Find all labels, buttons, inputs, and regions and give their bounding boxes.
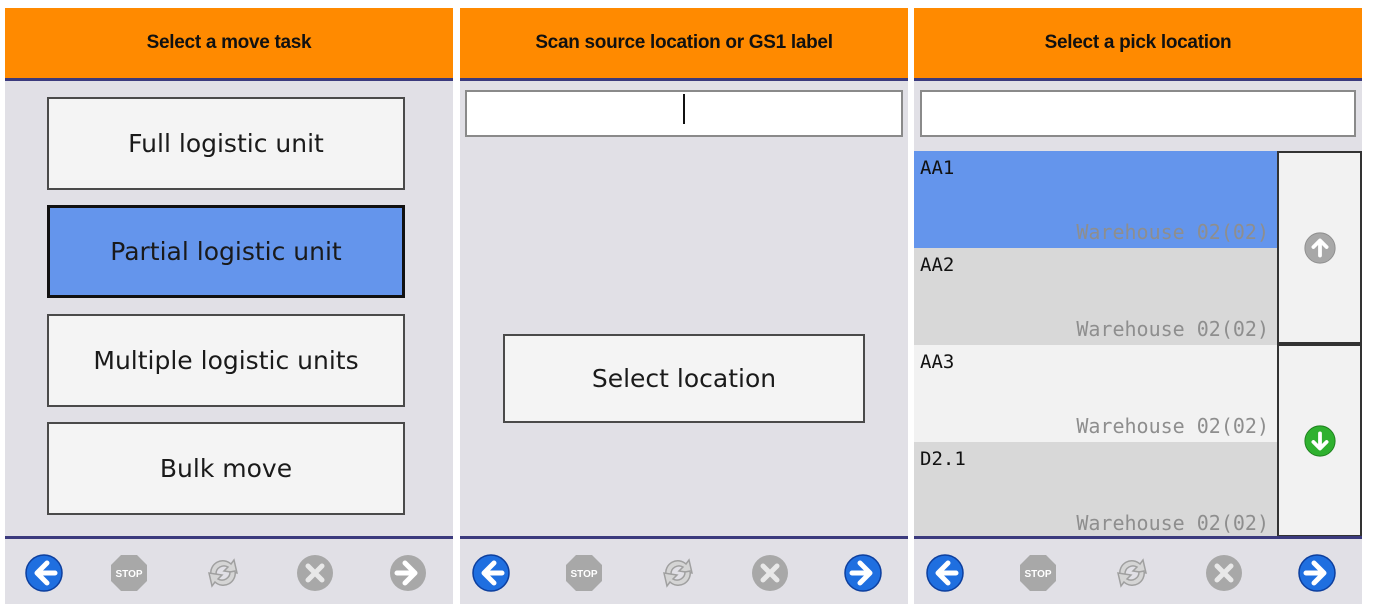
location-item-aa3[interactable]: AA3 Warehouse 02(02) <box>914 345 1277 442</box>
panel-title: Select a pick location <box>1044 32 1232 53</box>
panel-title: Scan source location or GS1 label <box>535 32 833 53</box>
panel-title: Select a move task <box>146 32 312 53</box>
refresh-button[interactable] <box>203 553 243 593</box>
select-location-button[interactable]: Select location <box>503 334 865 423</box>
svg-text:STOP: STOP <box>115 569 142 580</box>
back-button[interactable] <box>925 553 965 593</box>
scroll-up-button[interactable] <box>1277 151 1362 344</box>
partial-logistic-unit-button[interactable]: Partial logistic unit <box>47 205 405 298</box>
arrow-left-circle-icon <box>926 554 964 592</box>
location-item-d2-1[interactable]: D2.1 Warehouse 02(02) <box>914 442 1277 539</box>
forward-button[interactable] <box>1297 553 1337 593</box>
scroll-controls <box>1277 151 1362 537</box>
svg-text:STOP: STOP <box>1024 569 1051 580</box>
stop-sign-icon: STOP <box>566 555 602 591</box>
refresh-icon <box>663 558 693 588</box>
forward-button[interactable] <box>388 553 428 593</box>
back-button[interactable] <box>471 553 511 593</box>
panel-header: Scan source location or GS1 label <box>460 8 908 81</box>
button-label: Bulk move <box>159 454 293 483</box>
button-label: Full logistic unit <box>128 129 324 158</box>
nav-footer: STOP <box>5 536 453 604</box>
location-name: D2.1 <box>920 448 966 470</box>
panel-header: Select a pick location <box>914 8 1362 81</box>
cancel-x-icon <box>1206 555 1242 591</box>
location-warehouse: Warehouse 02(02) <box>1076 511 1269 535</box>
refresh-button[interactable] <box>1112 553 1152 593</box>
move-task-panel: Select a move task Full logistic unit Pa… <box>5 8 453 604</box>
multiple-logistic-units-button[interactable]: Multiple logistic units <box>47 314 405 407</box>
cancel-x-icon <box>297 555 333 591</box>
button-label: Select location <box>591 364 777 393</box>
location-warehouse: Warehouse 02(02) <box>1076 317 1269 341</box>
arrow-left-circle-icon <box>25 554 63 592</box>
stop-sign-icon: STOP <box>111 555 147 591</box>
cancel-button[interactable] <box>1204 553 1244 593</box>
stop-sign-icon: STOP <box>1020 555 1056 591</box>
full-logistic-unit-button[interactable]: Full logistic unit <box>47 97 405 190</box>
nav-footer: STOP <box>914 536 1362 604</box>
cancel-x-icon <box>752 555 788 591</box>
arrow-right-circle-icon <box>844 554 882 592</box>
nav-footer: STOP <box>460 536 908 604</box>
bulk-move-button[interactable]: Bulk move <box>47 422 405 515</box>
refresh-icon <box>208 558 238 588</box>
location-item-aa1[interactable]: AA1 Warehouse 02(02) <box>914 151 1277 248</box>
arrow-down-circle-icon <box>1303 424 1336 457</box>
location-name: AA2 <box>920 254 955 276</box>
svg-text:STOP: STOP <box>570 569 597 580</box>
back-button[interactable] <box>24 553 64 593</box>
location-warehouse: Warehouse 02(02) <box>1076 220 1269 244</box>
scan-source-panel: Scan source location or GS1 label Select… <box>460 8 908 604</box>
stop-button[interactable]: STOP <box>109 553 149 593</box>
location-warehouse: Warehouse 02(02) <box>1076 414 1269 438</box>
refresh-button[interactable] <box>658 553 698 593</box>
location-name: AA1 <box>920 157 955 179</box>
arrow-right-circle-icon <box>390 555 426 591</box>
arrow-right-circle-icon <box>1298 554 1336 592</box>
arrow-up-circle-icon <box>1303 231 1336 264</box>
text-caret <box>683 94 685 124</box>
button-label: Multiple logistic units <box>93 346 359 375</box>
location-list: AA1 Warehouse 02(02) AA2 Warehouse 02(02… <box>914 151 1277 539</box>
location-name: AA3 <box>920 351 955 373</box>
panel-header: Select a move task <box>5 8 453 81</box>
refresh-icon <box>1117 558 1147 588</box>
cancel-button[interactable] <box>750 553 790 593</box>
scroll-down-button[interactable] <box>1277 344 1362 537</box>
button-label: Partial logistic unit <box>110 237 342 266</box>
arrow-left-circle-icon <box>472 554 510 592</box>
stop-button[interactable]: STOP <box>1018 553 1058 593</box>
forward-button[interactable] <box>843 553 883 593</box>
pick-location-panel: Select a pick location AA1 Warehouse 02(… <box>914 8 1362 604</box>
stop-button[interactable]: STOP <box>564 553 604 593</box>
cancel-button[interactable] <box>295 553 335 593</box>
pick-location-input[interactable] <box>920 90 1356 137</box>
location-item-aa2[interactable]: AA2 Warehouse 02(02) <box>914 248 1277 345</box>
